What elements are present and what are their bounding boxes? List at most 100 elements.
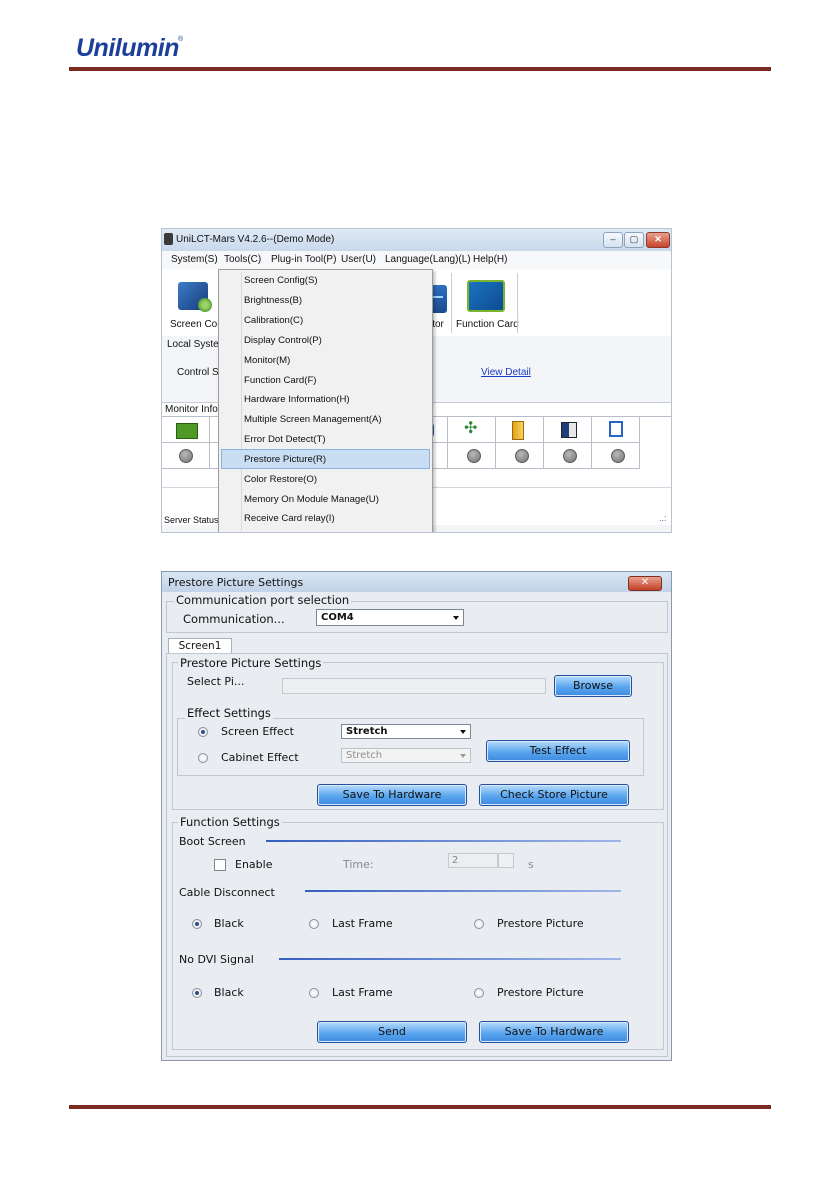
cable-disconnect-label: Cable Disconnect bbox=[179, 886, 275, 899]
comm-port-select[interactable]: COM4 bbox=[316, 609, 464, 626]
menu-item-multiple-screen[interactable]: Multiple Screen Management(A) bbox=[244, 414, 382, 425]
close-button[interactable]: ✕ bbox=[646, 232, 670, 248]
screen-effect-radio[interactable] bbox=[198, 727, 208, 737]
menu-user[interactable]: User(U) bbox=[341, 254, 376, 265]
cable-black-label: Black bbox=[214, 917, 244, 930]
dvi-last-frame-radio[interactable] bbox=[309, 988, 319, 998]
status-led-icon bbox=[563, 449, 577, 463]
status-led-icon bbox=[179, 449, 193, 463]
browse-button[interactable]: Browse bbox=[554, 675, 632, 697]
no-dvi-separator bbox=[279, 958, 621, 960]
unilumin-logo: Unilumin bbox=[76, 34, 179, 62]
dvi-black-radio[interactable] bbox=[192, 988, 202, 998]
app-window-screenshot: UniLCT-Mars V4.2.6--(Demo Mode) – ▢ ✕ Sy… bbox=[161, 228, 672, 533]
menu-gutter bbox=[241, 272, 242, 531]
menu-help[interactable]: Help(H) bbox=[473, 254, 507, 265]
communication-label: Communication... bbox=[183, 612, 285, 626]
chevron-down-icon bbox=[453, 616, 459, 620]
cable-black-radio[interactable] bbox=[192, 919, 202, 929]
menu-plugin-tool[interactable]: Plug-in Tool(P) bbox=[271, 254, 336, 265]
cable-last-frame-label: Last Frame bbox=[332, 917, 393, 930]
menu-item-receive-card-relay[interactable]: Receive Card relay(I) bbox=[244, 513, 335, 524]
server-status-label: Server Status: bbox=[164, 515, 222, 525]
menu-item-brightness[interactable]: Brightness(B) bbox=[244, 295, 302, 306]
dialog-title: Prestore Picture Settings bbox=[168, 576, 304, 589]
enable-label: Enable bbox=[235, 858, 273, 871]
save-to-hardware-bottom-button[interactable]: Save To Hardware bbox=[479, 1021, 629, 1043]
dialog-title-bar: Prestore Picture Settings ✕ bbox=[162, 572, 671, 592]
app-icon bbox=[164, 233, 173, 245]
no-dvi-signal-label: No DVI Signal bbox=[179, 953, 254, 966]
menu-tools[interactable]: Tools(C) bbox=[224, 254, 261, 265]
menu-item-screen-config[interactable]: Screen Config(S) bbox=[244, 275, 318, 286]
dvi-black-label: Black bbox=[214, 986, 244, 999]
save-to-hardware-button[interactable]: Save To Hardware bbox=[317, 784, 467, 806]
tab-screen1[interactable]: Screen1 bbox=[168, 638, 232, 654]
status-led-icon bbox=[467, 449, 481, 463]
menu-system[interactable]: System(S) bbox=[171, 254, 218, 265]
cabinet-effect-select[interactable]: Stretch bbox=[341, 748, 471, 763]
cable-disconnect-separator bbox=[305, 890, 621, 892]
cable-last-frame-radio[interactable] bbox=[309, 919, 319, 929]
view-detail-link[interactable]: View Detail bbox=[481, 367, 531, 378]
send-button[interactable]: Send bbox=[317, 1021, 467, 1043]
comm-port-group-label: Communication port selection bbox=[174, 593, 352, 607]
menu-item-hardware-info[interactable]: Hardware Information(H) bbox=[244, 394, 350, 405]
control-system-label: Control Sy bbox=[177, 367, 224, 378]
status-led-icon bbox=[611, 449, 625, 463]
screen-effect-select[interactable]: Stretch bbox=[341, 724, 471, 739]
dvi-last-frame-label: Last Frame bbox=[332, 986, 393, 999]
menu-item-prestore-picture[interactable]: Prestore Picture(R) bbox=[244, 454, 326, 465]
menu-item-function-card[interactable]: Function Card(F) bbox=[244, 375, 317, 386]
cabinet-effect-value: Stretch bbox=[346, 750, 383, 761]
cabinet-door-icon bbox=[609, 421, 623, 437]
test-effect-button[interactable]: Test Effect bbox=[486, 740, 630, 762]
chevron-down-icon bbox=[460, 754, 466, 758]
minimize-button[interactable]: – bbox=[603, 232, 623, 248]
menu-item-monitor[interactable]: Monitor(M) bbox=[244, 355, 290, 366]
module-icon bbox=[561, 422, 577, 438]
function-group-frame bbox=[172, 822, 664, 1050]
cabinet-effect-radio[interactable] bbox=[198, 753, 208, 763]
cable-prestore-radio[interactable] bbox=[474, 919, 484, 929]
dvi-prestore-radio[interactable] bbox=[474, 988, 484, 998]
check-store-picture-button[interactable]: Check Store Picture bbox=[479, 784, 629, 806]
menu-item-color-restore[interactable]: Color Restore(O) bbox=[244, 474, 317, 485]
cabinet-effect-label: Cabinet Effect bbox=[221, 751, 299, 764]
time-input[interactable]: 2 bbox=[448, 853, 498, 868]
resize-grip[interactable]: ..: bbox=[659, 513, 667, 523]
menu-language[interactable]: Language(Lang)(L) bbox=[385, 254, 471, 265]
menu-item-memory-on-module[interactable]: Memory On Module Manage(U) bbox=[244, 494, 379, 505]
menu-bar: System(S) Tools(C) Plug-in Tool(P) User(… bbox=[162, 251, 671, 269]
enable-checkbox[interactable] bbox=[214, 859, 226, 871]
screen-effect-value: Stretch bbox=[346, 726, 388, 737]
time-unit-label: s bbox=[528, 858, 534, 871]
menu-item-display-control[interactable]: Display Control(P) bbox=[244, 335, 322, 346]
chevron-down-icon bbox=[460, 730, 466, 734]
registered-mark: ® bbox=[178, 36, 184, 43]
dialog-close-button[interactable]: ✕ bbox=[628, 576, 662, 591]
dvi-prestore-label: Prestore Picture bbox=[497, 986, 584, 999]
time-spinner[interactable] bbox=[498, 853, 514, 868]
app-title-bar: UniLCT-Mars V4.2.6--(Demo Mode) – ▢ ✕ bbox=[162, 229, 671, 251]
fan-icon: ✣ bbox=[464, 420, 478, 437]
maximize-button[interactable]: ▢ bbox=[624, 232, 644, 248]
function-group-label: Function Settings bbox=[178, 815, 282, 829]
power-icon bbox=[512, 421, 524, 440]
boot-screen-label: Boot Screen bbox=[179, 835, 246, 848]
app-title: UniLCT-Mars V4.2.6--(Demo Mode) bbox=[176, 234, 335, 245]
status-led-icon bbox=[515, 449, 529, 463]
comm-port-value: COM4 bbox=[321, 612, 354, 623]
boot-screen-separator bbox=[266, 840, 621, 842]
tools-menu-dropdown: Screen Config(S) Brightness(B) Calibrati… bbox=[218, 269, 433, 532]
function-card-icon[interactable] bbox=[467, 280, 505, 312]
select-picture-label: Select Pi... bbox=[187, 675, 245, 688]
monitor-info-label: Monitor Info bbox=[165, 404, 218, 415]
function-card-label[interactable]: Function Card bbox=[456, 319, 519, 330]
menu-item-calibration[interactable]: Calibration(C) bbox=[244, 315, 303, 326]
toolbar-divider bbox=[451, 273, 452, 333]
header-rule bbox=[69, 67, 771, 71]
menu-item-error-dot-detect[interactable]: Error Dot Detect(T) bbox=[244, 434, 326, 445]
picture-path-input[interactable] bbox=[282, 678, 546, 694]
prestore-group-label: Prestore Picture Settings bbox=[178, 656, 324, 670]
